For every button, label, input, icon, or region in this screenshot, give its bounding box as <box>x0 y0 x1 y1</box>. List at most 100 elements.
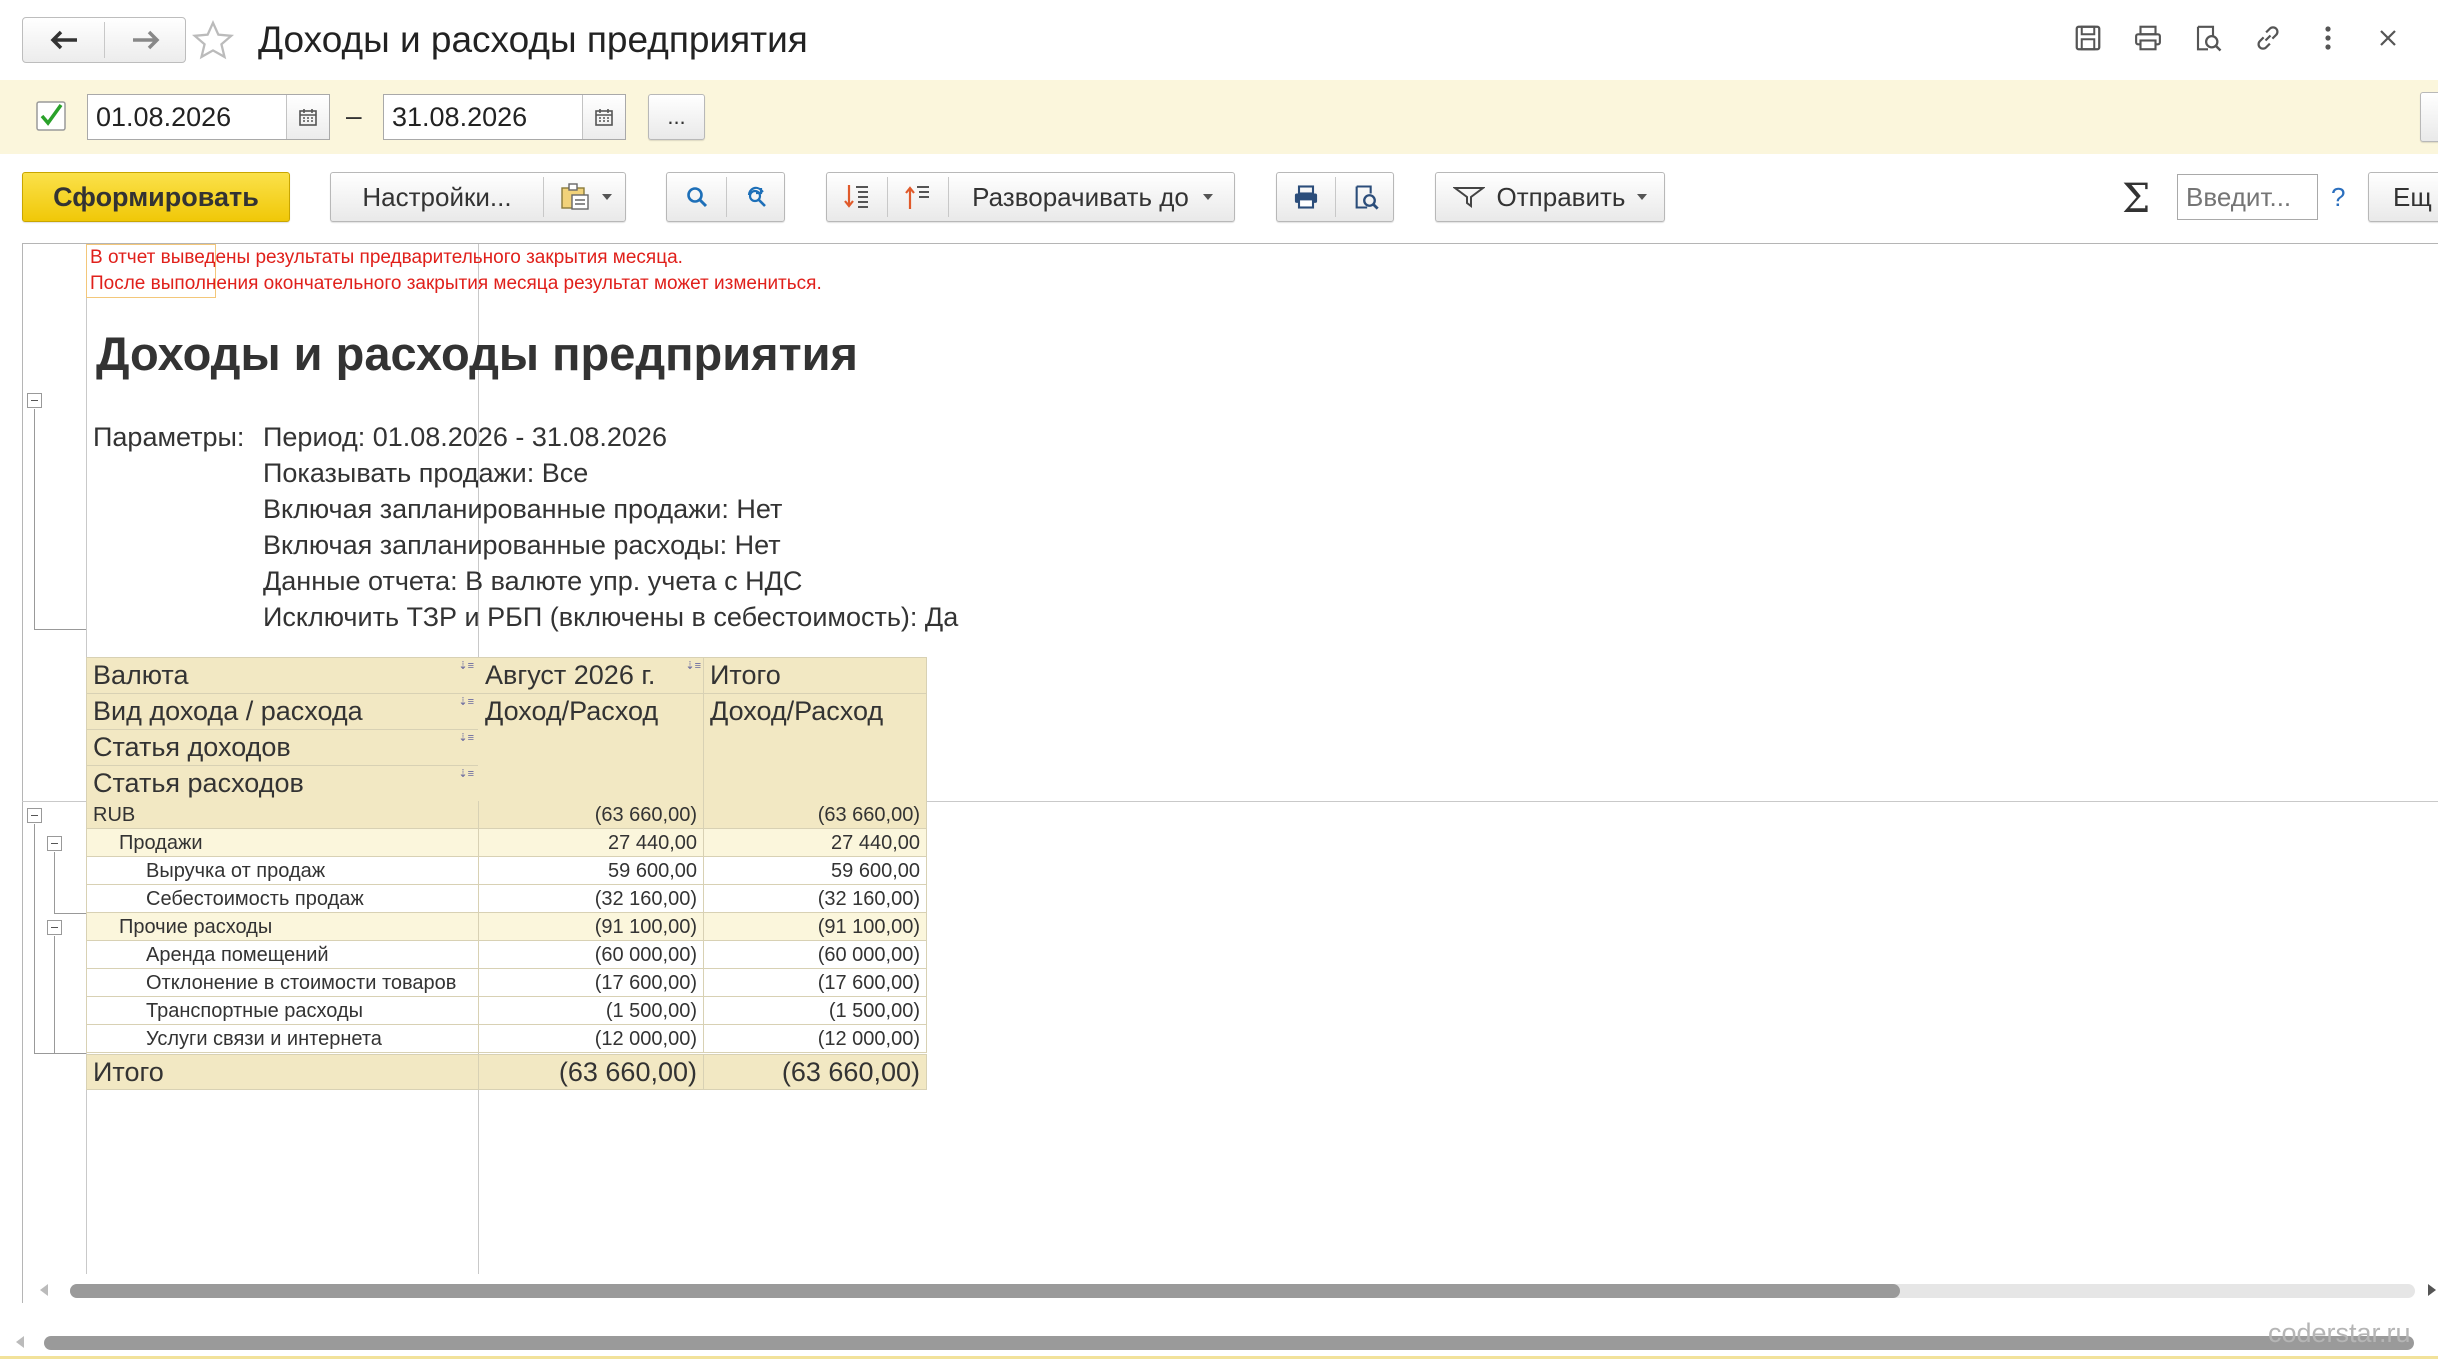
nav-buttons-group <box>22 17 186 63</box>
generate-button[interactable]: Сформировать <box>22 172 290 222</box>
header-month[interactable]: Август 2026 г. ⇣≡ <box>479 657 703 693</box>
more-actions-button[interactable]: Ещ <box>2368 172 2438 222</box>
close-icon[interactable] <box>2368 18 2408 58</box>
calendar-to-button[interactable] <box>582 95 625 139</box>
collapse-other-expenses-icon[interactable] <box>47 920 62 935</box>
window-hscroll-thumb[interactable] <box>44 1336 2414 1350</box>
expand-to-dropdown[interactable]: Разворачивать до <box>949 173 1236 221</box>
param-planned-expenses: Включая запланированные расходы: Нет <box>263 530 781 560</box>
calendar-icon <box>595 109 613 126</box>
report-hscroll-thumb[interactable] <box>70 1284 1900 1298</box>
row-total-value[interactable]: (63 660,00) <box>704 801 926 829</box>
search-group <box>666 172 785 222</box>
link-icon[interactable] <box>2248 18 2288 58</box>
collapse-sales-icon[interactable] <box>47 836 62 851</box>
calendar-from-button[interactable] <box>286 95 329 139</box>
send-button[interactable]: Отправить <box>1435 172 1665 222</box>
print-button[interactable] <box>1277 173 1335 221</box>
sort-icon[interactable]: ⇣≡ <box>458 659 474 672</box>
tree-line <box>54 913 86 914</box>
sort-icon[interactable]: ⇣≡ <box>458 767 474 780</box>
row-month-value[interactable]: (60 000,00) <box>479 941 703 969</box>
row-total-value[interactable]: (12 000,00) <box>704 1025 926 1053</box>
row-month-value[interactable]: (1 500,00) <box>479 997 703 1025</box>
expand-list-icon <box>844 185 868 208</box>
sort-icon[interactable]: ⇣≡ <box>458 731 474 744</box>
save-icon[interactable] <box>2068 18 2108 58</box>
tree-line <box>54 852 55 913</box>
row-month-value[interactable]: (17 600,00) <box>479 969 703 997</box>
row-month-value[interactable]: (91 100,00) <box>479 913 703 941</box>
param-planned-sales: Включая запланированные продажи: Нет <box>263 494 783 524</box>
collapse-params-icon[interactable] <box>27 393 42 408</box>
window-hscroll-left-arrow[interactable] <box>16 1336 24 1348</box>
back-button[interactable] <box>23 18 104 62</box>
params-label: Параметры: <box>93 422 245 452</box>
window-title: Доходы и расходы предприятия <box>258 19 808 60</box>
search-input[interactable] <box>2177 174 2318 220</box>
row-label: Прочие расходы <box>119 916 273 938</box>
minus-icon <box>51 843 58 844</box>
collapse-all-button[interactable] <box>888 173 948 221</box>
row-total-value[interactable]: (32 160,00) <box>704 885 926 913</box>
sort-icon[interactable]: ⇣≡ <box>458 695 474 708</box>
variants-dropdown-button[interactable] <box>544 173 626 221</box>
help-link[interactable]: ? <box>2331 182 2345 213</box>
preview-icon[interactable] <box>2188 18 2228 58</box>
warning-line-1: В отчет выведены результаты предваритель… <box>90 247 683 268</box>
forward-button[interactable] <box>105 18 186 62</box>
header-total: Итого <box>710 660 781 690</box>
chevron-down-icon <box>602 194 612 200</box>
settings-button[interactable]: Настройки... <box>331 173 543 221</box>
period-bar-right-button[interactable] <box>2420 92 2438 142</box>
printer-icon <box>1294 185 1318 209</box>
header-income-type[interactable]: Вид дохода / расхода ⇣≡ <box>87 693 478 729</box>
date-to-field[interactable]: 31.08.2026 <box>383 94 626 140</box>
chevron-down-icon <box>1637 194 1648 200</box>
period-separator: – <box>346 100 362 131</box>
row-label: Аренда помещений <box>146 944 329 966</box>
date-from-field[interactable]: 01.08.2026 <box>87 94 330 140</box>
row-total-value[interactable]: (60 000,00) <box>704 941 926 969</box>
header-expense-item[interactable]: Статья расходов ⇣≡ <box>87 765 478 801</box>
row-month-value[interactable]: (32 160,00) <box>479 885 703 913</box>
report-hscroll-left-arrow[interactable] <box>40 1284 48 1296</box>
period-checkbox[interactable] <box>36 101 66 131</box>
row-month-value[interactable]: 59 600,00 <box>479 857 703 885</box>
row-total-value[interactable]: (17 600,00) <box>704 969 926 997</box>
header-month-sub: Доход/Расход <box>485 696 659 726</box>
grand-total-total: (63 660,00) <box>781 1057 920 1087</box>
print-icon[interactable] <box>2128 18 2168 58</box>
settings-label: Настройки... <box>362 181 512 212</box>
row-label: Отклонение в стоимости товаров <box>146 972 457 994</box>
header-currency[interactable]: Валюта ⇣≡ <box>87 657 478 693</box>
collapse-rub-icon[interactable] <box>27 808 42 823</box>
period-bar <box>0 80 2438 154</box>
row-total-value[interactable]: (91 100,00) <box>704 913 926 941</box>
period-select-button[interactable]: ... <box>648 94 705 140</box>
header-income-type-label: Вид дохода / расхода <box>93 696 363 726</box>
sort-icon[interactable]: ⇣≡ <box>685 659 701 672</box>
report-hscroll-right-arrow[interactable] <box>2428 1284 2436 1296</box>
param-period: Период: 01.08.2026 - 31.08.2026 <box>263 422 667 452</box>
report-variants-icon <box>561 183 589 210</box>
send-label: Отправить <box>1496 181 1626 212</box>
calendar-icon <box>299 109 317 126</box>
row-month-value[interactable]: 27 440,00 <box>479 829 703 857</box>
row-total-value[interactable]: 59 600,00 <box>704 857 926 885</box>
row-month-value[interactable]: (12 000,00) <box>479 1025 703 1053</box>
grand-total-month: (63 660,00) <box>558 1057 697 1087</box>
tree-line <box>54 936 55 1053</box>
row-total-value[interactable]: 27 440,00 <box>704 829 926 857</box>
find-next-button[interactable] <box>727 173 786 221</box>
row-label: Себестоимость продаж <box>146 888 364 910</box>
header-income-item[interactable]: Статья доходов ⇣≡ <box>87 729 478 765</box>
sum-icon[interactable]: Σ <box>2122 176 2150 222</box>
print-preview-button[interactable] <box>1336 173 1395 221</box>
row-total-value[interactable]: (1 500,00) <box>704 997 926 1025</box>
favorite-star-icon[interactable] <box>190 18 236 64</box>
row-month-value[interactable]: (63 660,00) <box>479 801 703 829</box>
find-button[interactable] <box>667 173 726 221</box>
more-vertical-icon[interactable] <box>2308 18 2348 58</box>
expand-all-button[interactable] <box>827 173 887 221</box>
